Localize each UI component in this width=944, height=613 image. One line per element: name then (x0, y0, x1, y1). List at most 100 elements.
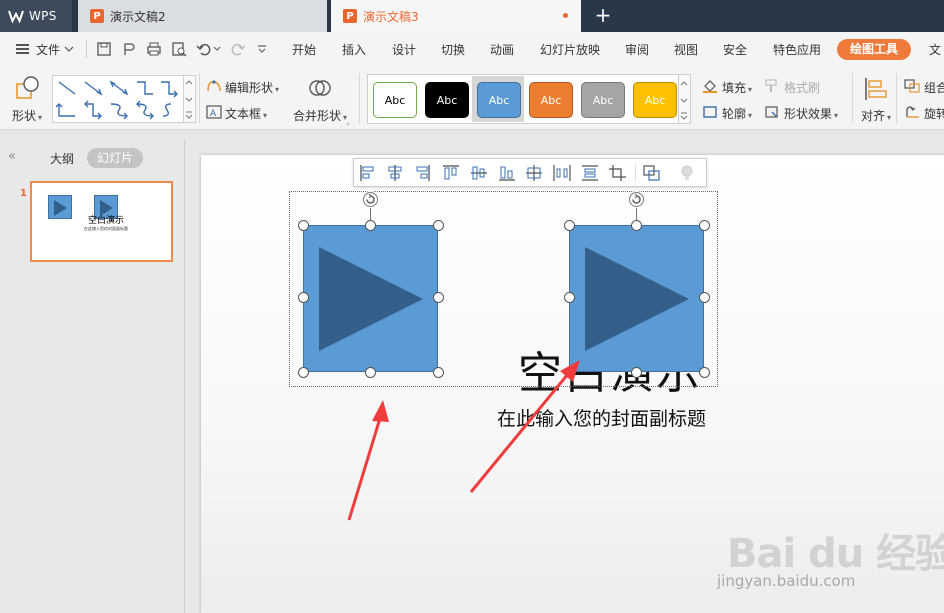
align-left-icon[interactable] (358, 164, 378, 182)
tab-document-3[interactable]: P 演示文稿3 (331, 0, 581, 32)
tab-document-2[interactable]: P 演示文稿2 (78, 0, 391, 32)
resize-handle[interactable] (365, 367, 376, 378)
resize-handle[interactable] (564, 292, 575, 303)
menu-icon[interactable] (16, 44, 29, 54)
thumbnail-title: 空白演示 (87, 216, 124, 226)
align-middle-icon[interactable] (469, 164, 489, 182)
menu-design[interactable]: 设计 (392, 41, 416, 58)
align-center-icon[interactable] (524, 164, 544, 182)
export-icon[interactable] (121, 41, 137, 57)
merge-shape-icon[interactable] (308, 76, 332, 100)
wps-home-tab[interactable]: WPS (0, 0, 72, 32)
redo-icon[interactable] (230, 41, 246, 57)
line-styles-gallery[interactable] (52, 75, 184, 123)
menu-insert[interactable]: 插入 (342, 41, 366, 58)
text-box-icon[interactable]: A (206, 105, 222, 119)
print-preview-icon[interactable] (171, 41, 187, 57)
resize-handle[interactable] (699, 220, 710, 231)
floating-align-toolbar (353, 158, 707, 187)
rotate-handle-icon[interactable] (628, 191, 645, 208)
style-preset-6[interactable]: Abc (633, 82, 677, 118)
style-preset-5[interactable]: Abc (581, 82, 625, 118)
distribute-vertical-icon[interactable] (580, 164, 600, 182)
shape-button[interactable]: 形状 ▾ (12, 107, 42, 124)
shape-effect-button[interactable]: 形状效果 ▾ (784, 105, 838, 122)
menu-transition[interactable]: 切换 (441, 41, 465, 58)
resize-handle[interactable] (433, 367, 444, 378)
shape-styles-gallery[interactable]: Abc Abc Abc Abc Abc Abc (367, 74, 679, 124)
chevron-down-icon[interactable] (64, 45, 74, 53)
rotate-button[interactable]: 旋转 (924, 105, 944, 122)
crop-icon[interactable] (608, 164, 628, 182)
collapse-panel-icon[interactable]: « (8, 149, 16, 164)
align-top-icon[interactable] (441, 164, 461, 182)
menu-drawing-tools[interactable]: 绘图工具 (837, 39, 911, 60)
dialog-launcher-icon[interactable]: ⌟ (346, 117, 350, 126)
slide-thumbnail[interactable]: 空白演示 在此输入您的封面副标题 (30, 181, 173, 262)
undo-icon[interactable] (196, 41, 212, 57)
edit-shape-icon[interactable] (206, 79, 222, 93)
align-bottom-icon[interactable] (497, 164, 517, 182)
customize-toolbar-icon[interactable] (257, 45, 267, 53)
resize-handle[interactable] (433, 292, 444, 303)
resize-handle[interactable] (631, 367, 642, 378)
menu-slideshow[interactable]: 幻灯片放映 (540, 41, 600, 58)
align-icon[interactable] (863, 76, 889, 102)
resize-handle[interactable] (298, 292, 309, 303)
resize-handle[interactable] (699, 367, 710, 378)
print-icon[interactable] (146, 41, 162, 57)
resize-handle[interactable] (699, 292, 710, 303)
merge-shape-button[interactable]: 合并形状 ▾ (293, 107, 347, 124)
shape-icon[interactable] (14, 75, 42, 101)
shape-effect-icon[interactable] (764, 105, 780, 119)
text-box-button[interactable]: 文本框 ▾ (225, 105, 267, 122)
rotate-handle-icon[interactable] (362, 191, 379, 208)
menu-text-tools[interactable]: 文 (929, 41, 941, 58)
resize-handle[interactable] (564, 367, 575, 378)
style-preset-2[interactable]: Abc (425, 82, 469, 118)
line-gallery-scroll[interactable] (184, 75, 196, 123)
group-icon[interactable] (904, 79, 920, 93)
menu-review[interactable]: 审阅 (625, 41, 649, 58)
group-button[interactable]: 组合 (924, 79, 944, 96)
style-preset-4[interactable]: Abc (529, 82, 573, 118)
align-right-icon[interactable] (412, 164, 432, 182)
style-preset-1[interactable]: Abc (373, 82, 417, 118)
edit-shape-button[interactable]: 编辑形状 ▾ (225, 79, 279, 96)
resize-handle[interactable] (564, 220, 575, 231)
menu-security[interactable]: 安全 (723, 41, 747, 58)
rotate-icon[interactable] (904, 105, 920, 119)
save-icon[interactable] (96, 41, 112, 57)
resize-handle[interactable] (631, 220, 642, 231)
align-center-horizontal-icon[interactable] (385, 164, 405, 182)
thumbnail-subtitle: 在此输入您的封面副标题 (84, 226, 128, 231)
menu-animation[interactable]: 动画 (490, 41, 514, 58)
lightbulb-icon[interactable] (677, 164, 697, 182)
style-gallery-scroll[interactable] (679, 74, 691, 124)
tab-slides[interactable]: 幻灯片 (87, 148, 143, 168)
resize-handle[interactable] (298, 220, 309, 231)
fill-button[interactable]: 填充 ▾ (722, 79, 752, 96)
new-tab-button[interactable]: + (592, 4, 614, 26)
resize-handle[interactable] (365, 220, 376, 231)
menu-view[interactable]: 视图 (674, 41, 698, 58)
align-button[interactable]: 对齐 ▾ (861, 107, 891, 124)
outline-button[interactable]: 轮廓 ▾ (722, 105, 752, 122)
divider (86, 40, 87, 58)
play-shape-left[interactable] (303, 225, 438, 372)
unsaved-dot-icon[interactable] (563, 13, 568, 18)
fill-icon[interactable] (702, 79, 718, 93)
outline-icon[interactable] (702, 105, 718, 119)
chevron-down-icon[interactable] (213, 45, 221, 53)
slide-subtitle[interactable]: 在此输入您的封面副标题 (497, 404, 706, 431)
file-menu[interactable]: 文件 (36, 41, 60, 58)
style-preset-3[interactable]: Abc (477, 82, 521, 118)
play-shape-right[interactable] (569, 225, 704, 372)
resize-handle[interactable] (298, 367, 309, 378)
tab-outline[interactable]: 大纲 (50, 150, 74, 167)
menu-features[interactable]: 特色应用 (773, 41, 821, 58)
menu-home[interactable]: 开始 (292, 41, 316, 58)
distribute-horizontal-icon[interactable] (552, 164, 572, 182)
resize-handle[interactable] (433, 220, 444, 231)
group-objects-icon[interactable] (642, 164, 662, 182)
